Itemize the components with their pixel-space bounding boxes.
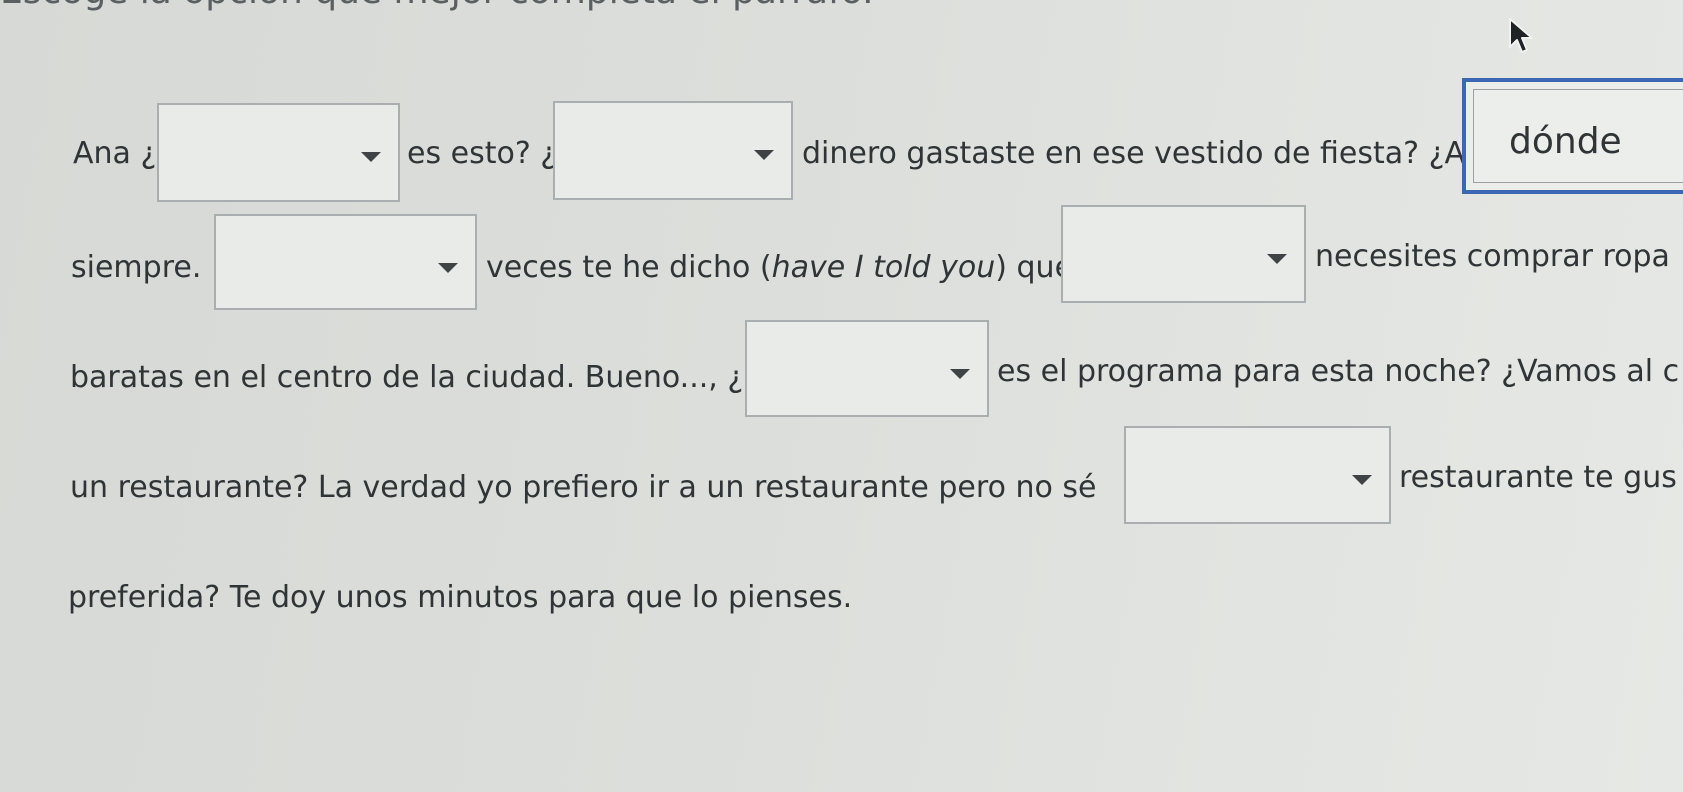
- dropdown-5[interactable]: [1061, 205, 1306, 303]
- caret-down-icon: [1267, 254, 1287, 264]
- instruction-text: Escoge la opción que mejor completa el p…: [0, 0, 874, 12]
- dropdown-2[interactable]: [553, 101, 793, 200]
- paragraph-text: dinero gastaste en ese vestido de fiesta…: [802, 136, 1466, 171]
- dropdown-7[interactable]: [1124, 426, 1391, 524]
- paragraph-text: es esto? ¿: [407, 136, 557, 171]
- caret-down-icon: [950, 369, 970, 379]
- dropdown-3-value: dónde: [1509, 121, 1622, 162]
- paragraph-text: necesites comprar ropa: [1315, 239, 1670, 274]
- caret-down-icon: [438, 263, 458, 273]
- paragraph-text: preferida? Te doy unos minutos para que …: [68, 580, 853, 615]
- paragraph-text: es el programa para esta noche? ¿Vamos a…: [997, 354, 1680, 389]
- caret-down-icon: [1352, 475, 1372, 485]
- dropdown-4[interactable]: [214, 214, 477, 310]
- caret-down-icon: [754, 150, 774, 160]
- dropdown-6[interactable]: [745, 320, 989, 417]
- caret-down-icon: [361, 152, 381, 162]
- dropdown-1[interactable]: [157, 103, 400, 202]
- paragraph-text: Ana ¿: [73, 136, 157, 171]
- paragraph-text: un restaurante? La verdad yo prefiero ir…: [70, 470, 1097, 505]
- mouse-pointer-icon: [1509, 18, 1533, 53]
- paragraph-text: baratas en el centro de la ciudad. Bueno…: [70, 360, 744, 395]
- paragraph-text: restaurante te gus: [1399, 460, 1677, 495]
- paragraph-text: siempre.: [71, 250, 202, 285]
- dropdown-3[interactable]: dónde: [1462, 78, 1683, 194]
- paragraph-italic-text: have I told you: [771, 250, 996, 285]
- paragraph-text: veces te he dicho (have I told you) que: [486, 250, 1073, 286]
- paragraph-text-part: veces te he dicho (: [486, 250, 772, 285]
